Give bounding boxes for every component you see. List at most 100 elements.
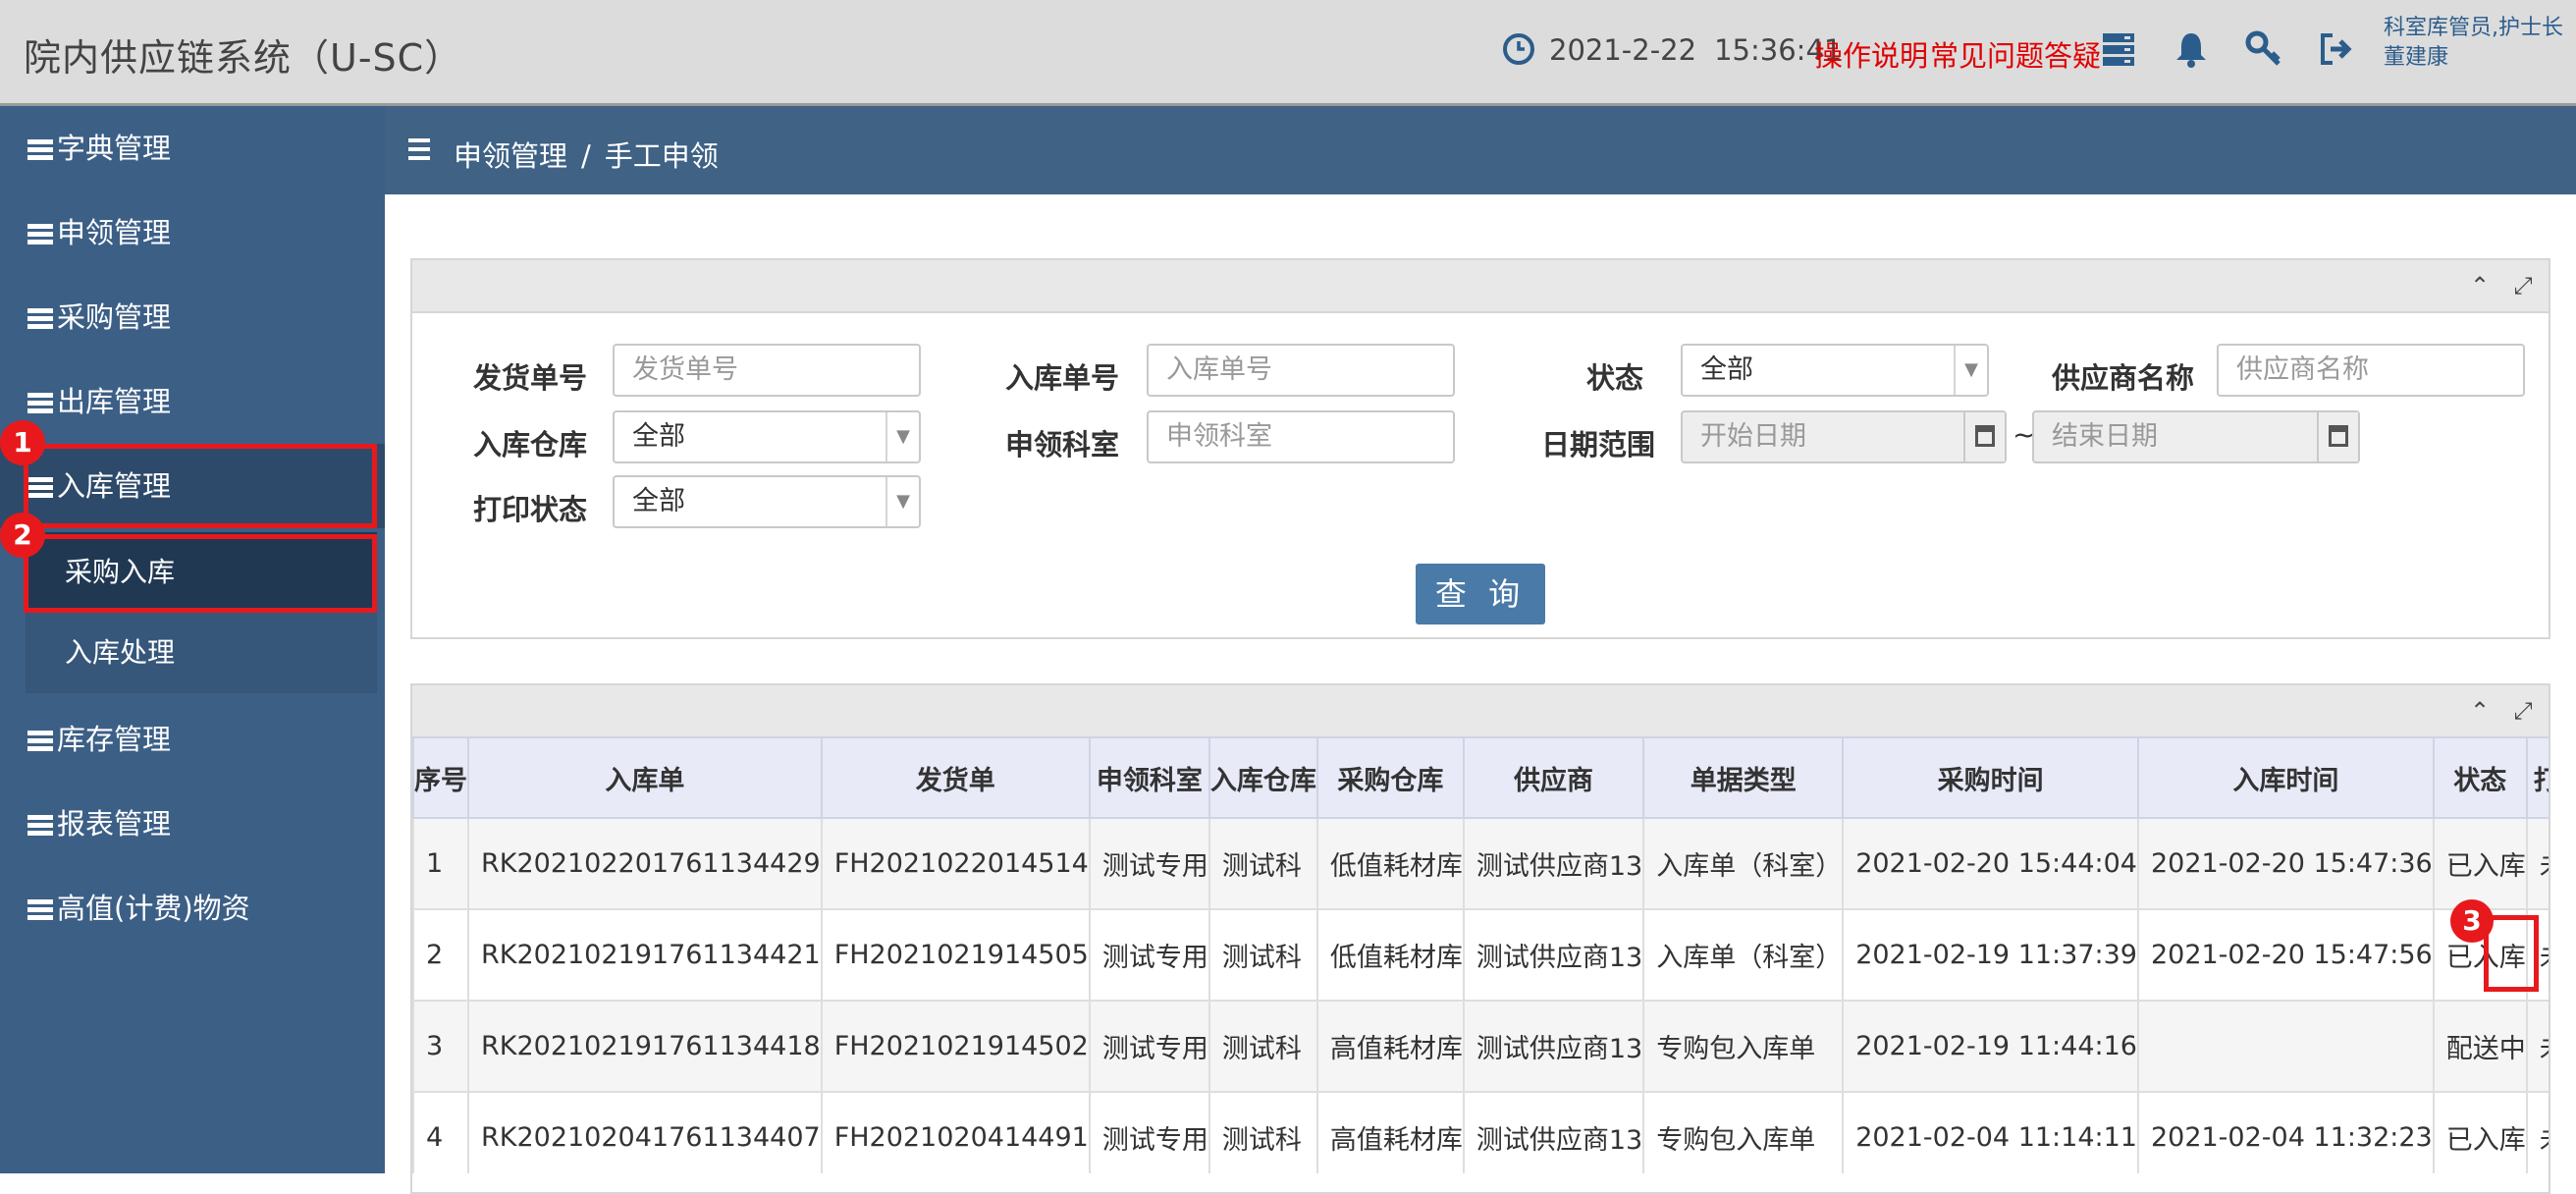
cell-ship-no: FH2021021914502 [820, 1000, 1091, 1093]
collapse-icon[interactable]: ⌃ [2464, 270, 2496, 301]
user-info[interactable]: 科室库管员,护士长 董建康 [2384, 14, 2563, 73]
table-row[interactable]: 2 RK202102191761134421 FH2021021914505 测… [412, 908, 2549, 1002]
collapse-icon[interactable]: ⌃ [2464, 695, 2496, 727]
cell-in-warehouse: 测试科 [1208, 1000, 1318, 1093]
filter-panel-header: ⌃ ⤢ [412, 260, 2549, 313]
cell-supplier: 测试供应商13 [1462, 1000, 1645, 1093]
list-icon [27, 393, 53, 414]
list-icon [27, 731, 53, 752]
cell-index: 4 [412, 1091, 469, 1173]
sidebar-item-dictionary[interactable]: 字典管理 [0, 106, 385, 190]
col-header[interactable]: 单据类型 [1642, 736, 1845, 819]
menu-toggle-icon[interactable] [408, 138, 430, 160]
col-header[interactable]: 供应商 [1462, 736, 1645, 819]
faq-link[interactable]: 常见问题答疑 [1930, 33, 2101, 75]
warehouse-label: 入库仓库 [473, 428, 588, 461]
server-icon[interactable] [2099, 29, 2138, 69]
col-header[interactable]: 入库时间 [2136, 736, 2435, 819]
cell-doc-type: 专购包入库单 [1642, 1000, 1845, 1093]
warehouse-select[interactable]: 全部 ▼ [613, 410, 921, 463]
sidebar-item-outbound[interactable]: 出库管理 [0, 359, 385, 444]
highlight-box-1 [24, 444, 377, 528]
sidebar-item-purchase[interactable]: 采购管理 [0, 275, 385, 359]
status-select[interactable]: 全部 ▼ [1681, 344, 1989, 397]
cell-doc-type: 专购包入库单 [1642, 1091, 1845, 1173]
cell-status: 配送中 [2432, 1000, 2528, 1093]
sidebar-subitem-inbound-processing[interactable]: 入库处理 [26, 613, 377, 693]
logout-icon[interactable] [2317, 29, 2356, 69]
supplier-input[interactable]: 供应商名称 [2217, 344, 2525, 397]
cell-inbound-no: RK202102041761134407 [467, 1091, 823, 1173]
status-select-value: 全部 [1700, 354, 1753, 385]
col-header[interactable]: 入库单 [467, 736, 823, 819]
start-date-input[interactable]: 开始日期 [1681, 410, 2007, 463]
cell-ship-no: FH2021022014514 [820, 817, 1091, 910]
fullscreen-icon[interactable]: ⤢ [2507, 695, 2539, 727]
table-header-row: 序号 入库单 发货单 申领科室 入库仓库 采购仓库 供应商 单据类型 采购时间 … [412, 736, 2549, 819]
ship-no-input[interactable]: 发货单号 [613, 344, 921, 397]
cell-status: 已入库 [2432, 1091, 2528, 1173]
status-label: 状态 [1586, 361, 1644, 395]
list-icon [27, 308, 53, 330]
calendar-icon[interactable] [1963, 412, 2005, 461]
app-title: 院内供应链系统（U-SC） [24, 36, 463, 80]
warehouse-select-value: 全部 [632, 421, 685, 452]
step-badge-1: 1 [0, 420, 45, 465]
sidebar-item-requisition[interactable]: 申领管理 [0, 190, 385, 275]
col-header[interactable]: 序号 [412, 736, 469, 819]
col-header[interactable]: 打 [2525, 736, 2549, 819]
end-date-input[interactable]: 结束日期 [2032, 410, 2360, 463]
chevron-down-icon: ▼ [886, 477, 919, 526]
query-button[interactable]: 查 询 [1416, 564, 1545, 624]
cell-inbound-no: RK202102191761134418 [467, 1000, 823, 1093]
sidebar-item-high-value[interactable]: 高值(计费)物资 [0, 866, 385, 950]
cell-purchase-time: 2021-02-19 11:44:16 [1842, 1000, 2139, 1093]
list-icon [27, 139, 53, 161]
cell-supplier: 测试供应商13 [1462, 908, 1645, 1002]
in-no-input[interactable]: 入库单号 [1147, 344, 1455, 397]
breadcrumb-parent[interactable]: 申领管理 [454, 139, 567, 173]
cell-in-warehouse: 测试科 [1208, 817, 1318, 910]
cell-supplier: 测试供应商13 [1462, 1091, 1645, 1173]
cell-inbound-no: RK202102191761134421 [467, 908, 823, 1002]
sidebar-item-inventory[interactable]: 库存管理 [0, 697, 385, 782]
user-name: 董建康 [2384, 45, 2449, 70]
clock-icon [1503, 33, 1534, 65]
cell-index: 2 [412, 908, 469, 1002]
col-header[interactable]: 状态 [2432, 736, 2528, 819]
bell-icon[interactable] [2172, 29, 2211, 69]
calendar-icon[interactable] [2317, 412, 2358, 461]
col-header[interactable]: 入库仓库 [1208, 736, 1318, 819]
cell-supplier: 测试供应商13 [1462, 817, 1645, 910]
cell-inbound-time [2136, 1000, 2435, 1093]
print-status-label: 打印状态 [473, 493, 588, 526]
table-row[interactable]: 3 RK202102191761134418 FH2021021914502 测… [412, 1000, 2549, 1093]
col-header[interactable]: 采购时间 [1842, 736, 2139, 819]
fullscreen-icon[interactable]: ⤢ [2507, 270, 2539, 301]
top-bar: 院内供应链系统（U-SC） 2021-2-22 15:36:41 操作说明 常见问… [0, 0, 2576, 106]
dept-input[interactable]: 申领科室 [1147, 410, 1455, 463]
cell-print: 未 [2525, 817, 2549, 910]
chevron-down-icon: ▼ [886, 412, 919, 461]
sidebar-item-reports[interactable]: 报表管理 [0, 782, 385, 866]
breadcrumb: 申领管理 / 手工申领 [454, 134, 719, 175]
col-header[interactable]: 发货单 [820, 736, 1091, 819]
dept-label: 申领科室 [1005, 428, 1120, 461]
table-row[interactable]: 1 RK202102201761134429 FH2021022014514 测… [412, 817, 2549, 910]
key-icon[interactable] [2244, 29, 2283, 69]
cell-doc-type: 入库单（科室） [1642, 908, 1845, 1002]
cell-print: 未 [2525, 1000, 2549, 1093]
col-header[interactable]: 申领科室 [1088, 736, 1210, 819]
print-status-select[interactable]: 全部 ▼ [613, 475, 921, 528]
cell-purchase-warehouse: 高值耗材库 [1315, 1091, 1465, 1173]
step-badge-2: 2 [0, 513, 45, 558]
cell-dept: 测试专用 [1088, 1091, 1210, 1173]
cell-purchase-warehouse: 低值耗材库 [1315, 817, 1465, 910]
date-range-label: 日期范围 [1541, 428, 1656, 461]
list-icon [27, 899, 53, 921]
cell-ship-no: FH2021020414491 [820, 1091, 1091, 1173]
table-row[interactable]: 4 RK202102041761134407 FH2021020414491 测… [412, 1091, 2549, 1173]
help-link[interactable]: 操作说明 [1814, 33, 1928, 75]
col-header[interactable]: 采购仓库 [1315, 736, 1465, 819]
cell-inbound-time: 2021-02-20 15:47:36 [2136, 817, 2435, 910]
